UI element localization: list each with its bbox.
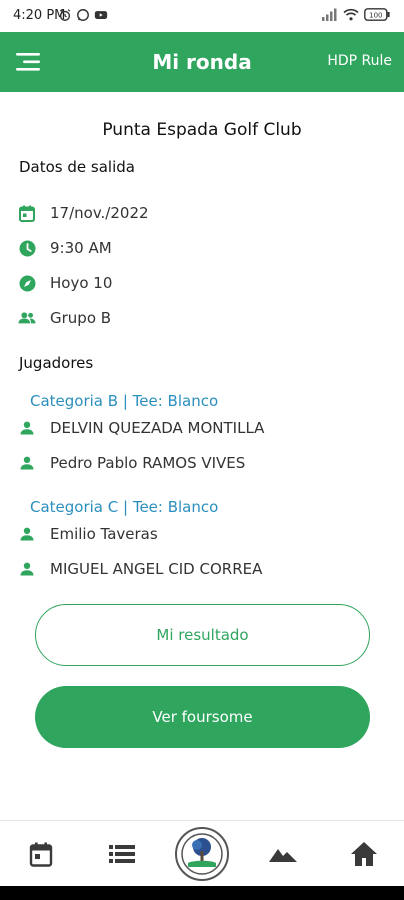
nav-list[interactable] (107, 839, 137, 869)
jugadores-heading: Jugadores (19, 354, 94, 372)
hdp-rule-link[interactable]: HDP Rule (327, 53, 392, 69)
youtube-icon (94, 11, 108, 19)
nav-mountain[interactable] (268, 839, 298, 869)
person-icon (18, 454, 36, 472)
player-row: Emilio Taveras (18, 523, 158, 545)
nav-calendar[interactable] (26, 839, 56, 869)
player-name: MIGUEL ANGEL CID CORREA (50, 560, 263, 578)
club-logo-button[interactable] (175, 827, 229, 881)
player-row: Pedro Pablo RAMOS VIVES (18, 452, 245, 474)
date-value: 17/nov./2022 (50, 204, 149, 222)
mountain-icon (269, 849, 297, 862)
player-row: MIGUEL ANGEL CID CORREA (18, 558, 262, 580)
group-icon (18, 309, 36, 327)
bottom-nav (0, 820, 404, 886)
hole-row: Hoyo 10 (18, 272, 112, 294)
clock-icon (18, 239, 36, 257)
wifi-icon (343, 8, 359, 21)
category-label: Categoria C | Tee: Blanco (30, 498, 219, 516)
date-row: 17/nov./2022 (18, 202, 149, 224)
mi-resultado-button[interactable]: Mi resultado (35, 604, 370, 666)
person-icon (18, 419, 36, 437)
home-icon (351, 842, 377, 866)
time-row: 9:30 AM (18, 237, 112, 259)
status-system-icons: 100 (322, 8, 390, 21)
time-value: 9:30 AM (50, 239, 112, 257)
battery-icon: 100 (364, 8, 390, 21)
status-notification-icons (58, 8, 108, 22)
player-name: Emilio Taveras (50, 525, 158, 543)
group-value: Grupo B (50, 309, 112, 327)
signal-icon (322, 8, 337, 21)
salida-heading: Datos de salida (19, 158, 135, 176)
compass-icon (18, 274, 36, 292)
status-bar: 4:20 PM 100 (0, 0, 404, 32)
whatsapp-icon (77, 9, 89, 21)
group-row: Grupo B (18, 307, 111, 329)
nav-home[interactable] (349, 839, 379, 869)
calendar-icon (18, 204, 36, 222)
calendar-icon (29, 842, 53, 867)
list-icon (109, 845, 135, 863)
club-name: Punta Espada Golf Club (102, 120, 302, 140)
club-logo-icon (181, 833, 223, 875)
category-label: Categoria B | Tee: Blanco (30, 392, 219, 410)
ver-foursome-button[interactable]: Ver foursome (35, 686, 370, 748)
player-name: DELVIN QUEZADA MONTILLA (50, 419, 265, 437)
player-name: Pedro Pablo RAMOS VIVES (50, 454, 246, 472)
system-nav-bar (0, 886, 404, 900)
person-icon (18, 560, 36, 578)
hole-value: Hoyo 10 (50, 274, 113, 292)
person-icon (18, 525, 36, 543)
app-bar: Mi ronda HDP Rule (0, 32, 404, 92)
alarm-icon (59, 9, 71, 21)
svg-text:100: 100 (369, 11, 382, 19)
player-row: DELVIN QUEZADA MONTILLA (18, 417, 264, 439)
